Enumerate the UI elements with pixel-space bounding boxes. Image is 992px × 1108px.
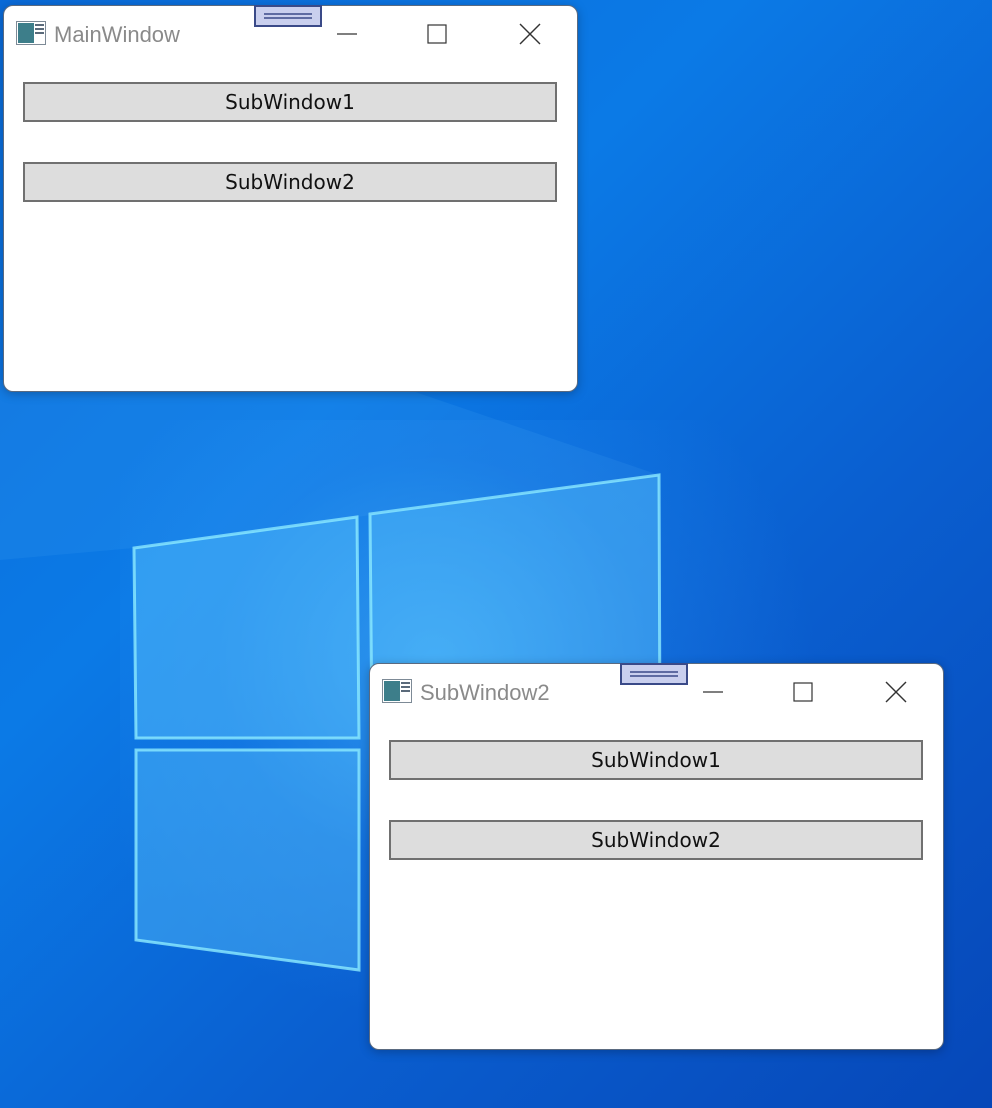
maximize-button[interactable] bbox=[414, 16, 460, 52]
window-title: MainWindow bbox=[54, 22, 180, 47]
close-button[interactable] bbox=[507, 16, 553, 52]
drag-grip-icon[interactable] bbox=[620, 663, 688, 685]
maximize-icon bbox=[793, 682, 813, 702]
minimize-icon bbox=[337, 33, 357, 35]
app-window-icon bbox=[16, 21, 46, 45]
subwindow1-button[interactable]: SubWindow1 bbox=[23, 82, 557, 122]
close-icon bbox=[519, 23, 541, 45]
maximize-icon bbox=[427, 24, 447, 44]
subwindow2-window: SubWindow2 SubWindow1 SubWindow2 bbox=[369, 663, 944, 1050]
subwindow1-button[interactable]: SubWindow1 bbox=[389, 740, 923, 780]
close-icon bbox=[885, 681, 907, 703]
minimize-button[interactable] bbox=[324, 16, 370, 52]
maximize-button[interactable] bbox=[780, 674, 826, 710]
window-title: SubWindow2 bbox=[420, 680, 550, 705]
minimize-icon bbox=[703, 691, 723, 693]
subwindow2-titlebar[interactable]: SubWindow2 bbox=[370, 663, 943, 720]
app-window-icon bbox=[382, 679, 412, 703]
desktop: MainWindow SubWindow1 SubWindow2 SubWind… bbox=[0, 0, 992, 1108]
main-window-titlebar[interactable]: MainWindow bbox=[4, 5, 577, 62]
subwindow2-button[interactable]: SubWindow2 bbox=[389, 820, 923, 860]
minimize-button[interactable] bbox=[690, 674, 736, 710]
close-button[interactable] bbox=[873, 674, 919, 710]
drag-grip-icon[interactable] bbox=[254, 5, 322, 27]
subwindow2-button[interactable]: SubWindow2 bbox=[23, 162, 557, 202]
main-window: MainWindow SubWindow1 SubWindow2 bbox=[3, 5, 578, 392]
